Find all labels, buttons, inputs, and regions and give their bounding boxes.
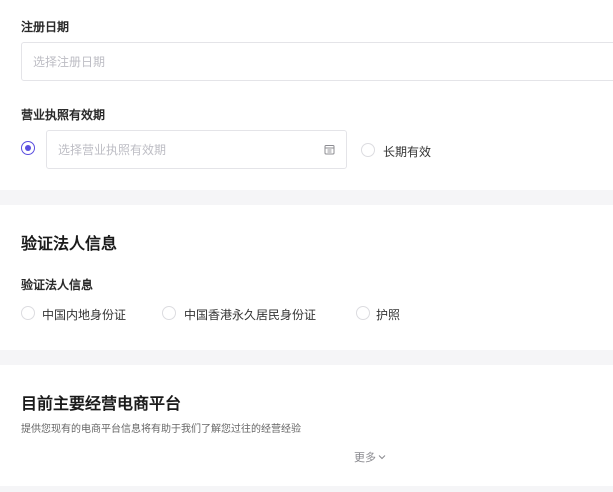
platform-card: 目前主要经营电商平台 提供您现有的电商平台信息将有助于我们了解您过往的经营经验 … <box>0 365 613 486</box>
registration-date-placeholder: 选择注册日期 <box>33 55 106 69</box>
id-type-radio-passport[interactable] <box>356 306 370 320</box>
id-type-label-hongkong: 中国香港永久居民身份证 <box>184 308 317 322</box>
more-button[interactable]: 更多 <box>354 449 386 465</box>
more-label: 更多 <box>354 452 376 464</box>
chevron-down-icon <box>378 455 386 460</box>
license-date-range-radio[interactable] <box>21 141 35 155</box>
id-type-label-mainland: 中国内地身份证 <box>42 308 127 322</box>
long-term-radio[interactable] <box>361 143 375 157</box>
calendar-icon[interactable] <box>324 144 335 155</box>
legal-field-label: 验证法人信息 <box>21 278 94 292</box>
registration-date-input[interactable]: 选择注册日期 <box>21 42 613 81</box>
legal-person-card: 验证法人信息 验证法人信息 中国内地身份证 中国香港永久居民身份证 护照 <box>0 205 613 350</box>
license-validity-label: 营业执照有效期 <box>21 108 106 122</box>
id-type-radio-mainland[interactable] <box>21 306 35 320</box>
id-type-label-passport: 护照 <box>376 308 401 322</box>
registration-card: 注册日期 选择注册日期 营业执照有效期 选择营业执照有效期 长期有效 <box>0 0 613 190</box>
license-validity-placeholder: 选择营业执照有效期 <box>58 143 167 157</box>
registration-date-label: 注册日期 <box>21 20 70 34</box>
id-type-radio-hongkong[interactable] <box>162 306 176 320</box>
platform-section-title: 目前主要经营电商平台 <box>21 396 182 413</box>
license-validity-input[interactable]: 选择营业执照有效期 <box>46 130 347 169</box>
platform-hint: 提供您现有的电商平台信息将有助于我们了解您过往的经营经验 <box>21 424 301 435</box>
legal-section-title: 验证法人信息 <box>21 236 118 253</box>
long-term-label: 长期有效 <box>383 145 432 159</box>
